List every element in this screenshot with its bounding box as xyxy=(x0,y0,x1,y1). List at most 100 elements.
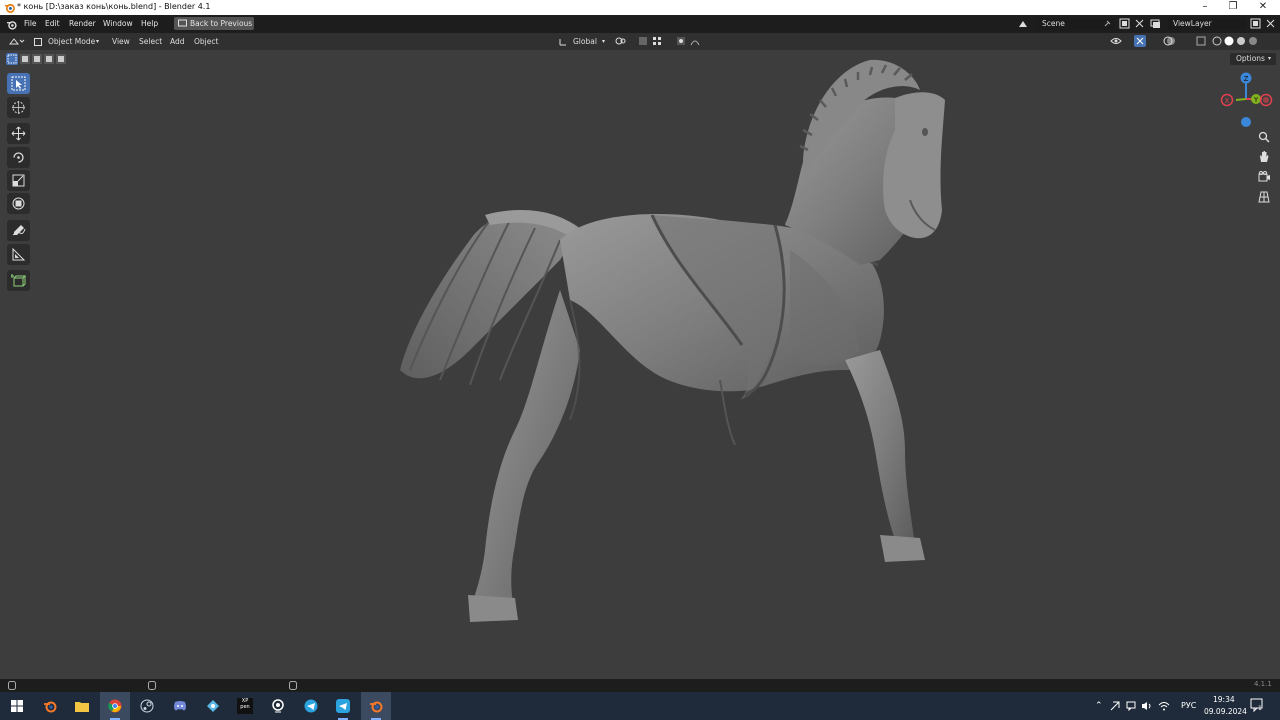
close-button[interactable]: ✕ xyxy=(1248,0,1278,15)
gizmo-y-label: Y xyxy=(1253,96,1259,104)
snap-toggle-icon[interactable] xyxy=(638,36,648,46)
taskbar-telegram[interactable] xyxy=(296,692,326,720)
menu-window[interactable]: Window xyxy=(103,15,133,33)
falloff-curve-icon[interactable] xyxy=(690,36,708,46)
taskbar-blender-old[interactable] xyxy=(35,692,65,720)
taskbar-blender-active[interactable] xyxy=(361,692,391,720)
window-title-bar[interactable]: * конь [D:\заказ конь\конь.blend] - Blen… xyxy=(0,0,1280,15)
snap-target-icon[interactable] xyxy=(652,36,668,46)
scene-icon[interactable] xyxy=(1018,18,1029,29)
menu-view[interactable]: View xyxy=(112,35,130,48)
rotate-tool[interactable] xyxy=(7,147,30,168)
tray-chat-icon[interactable] xyxy=(1126,701,1136,711)
tray-app-icon[interactable] xyxy=(1110,701,1120,711)
move-tool[interactable] xyxy=(7,123,30,144)
delete-scene-icon[interactable] xyxy=(1134,18,1145,29)
taskbar-webcam[interactable] xyxy=(263,692,293,720)
menu-help[interactable]: Help xyxy=(141,15,158,33)
scale-icon xyxy=(12,174,25,187)
network-icon[interactable] xyxy=(1158,701,1170,711)
gizmo-x-label: X xyxy=(1225,97,1230,105)
annotate-tool[interactable] xyxy=(7,220,30,241)
annotate-pen-icon xyxy=(12,225,26,236)
select-mode-icons[interactable] xyxy=(6,53,70,65)
menu-object[interactable]: Object xyxy=(194,35,218,48)
chevron-down-icon: ▾ xyxy=(1268,55,1272,62)
object-mode-icon xyxy=(34,38,42,46)
menu-render[interactable]: Render xyxy=(69,15,96,33)
transform-orientation-dropdown[interactable]: Global ▾ xyxy=(558,35,610,48)
scene-field[interactable]: Scene xyxy=(1037,18,1115,30)
screen-icon xyxy=(178,19,187,27)
shading-mode-icons[interactable] xyxy=(1212,36,1262,46)
3d-viewport[interactable]: Options ▾ Z Y X xyxy=(0,50,1280,679)
scale-tool[interactable] xyxy=(7,170,30,191)
visibility-eye-icon[interactable] xyxy=(1110,36,1130,46)
gizmo-toggle-icon[interactable] xyxy=(1134,35,1146,47)
taskbar-xppen[interactable]: XP pen xyxy=(230,692,260,720)
3d-cursor-icon xyxy=(12,101,25,114)
menu-file[interactable]: File xyxy=(24,15,37,33)
camera-icon xyxy=(1258,171,1270,182)
grid-perspective-icon xyxy=(1258,191,1270,203)
blender-logo-icon xyxy=(4,3,15,13)
back-to-previous-button[interactable]: Back to Previous xyxy=(174,17,254,30)
delete-viewlayer-icon[interactable] xyxy=(1265,18,1276,29)
options-dropdown[interactable]: Options ▾ xyxy=(1230,53,1276,65)
clock-date[interactable]: 09.09.2024 xyxy=(1204,707,1247,716)
ruler-icon xyxy=(12,247,26,261)
select-cursor-icon xyxy=(11,76,26,91)
blender-app-icon xyxy=(370,701,383,713)
render-layers-icon[interactable] xyxy=(1150,18,1161,29)
menu-add[interactable]: Add xyxy=(170,35,185,48)
scene-name: Scene xyxy=(1042,19,1065,28)
mode-label: Object Mode xyxy=(48,37,96,46)
taskbar-steam[interactable] xyxy=(132,692,162,720)
pivot-point-icon[interactable] xyxy=(615,36,633,46)
tray-expand-icon[interactable]: ⌃ xyxy=(1095,692,1103,720)
status-bar: 4.1.1 xyxy=(0,679,1280,692)
notification-center-button[interactable]: 1 xyxy=(1250,698,1266,714)
language-indicator[interactable]: РУС xyxy=(1181,692,1196,720)
transform-icon xyxy=(12,197,25,210)
start-button[interactable] xyxy=(2,692,32,720)
volume-icon[interactable] xyxy=(1141,701,1152,711)
overlays-icon[interactable] xyxy=(1163,36,1177,46)
viewlayer-field[interactable]: ViewLayer xyxy=(1168,18,1246,30)
minimize-button[interactable]: – xyxy=(1190,0,1220,15)
cursor-tool[interactable] xyxy=(7,97,30,118)
horse-sculpt-model[interactable] xyxy=(390,50,960,640)
mode-dropdown[interactable]: Object Mode ▾ xyxy=(31,35,103,48)
taskbar-chrome[interactable] xyxy=(100,692,130,720)
perspective-toggle-button[interactable] xyxy=(1255,188,1273,206)
navigation-gizmo[interactable]: Z Y X xyxy=(1218,72,1274,130)
pin-icon[interactable] xyxy=(1103,20,1111,28)
window-title: * конь [D:\заказ конь\конь.blend] - Blen… xyxy=(17,2,211,11)
version-label: 4.1.1 xyxy=(1254,680,1272,688)
clock-time[interactable]: 19:34 xyxy=(1213,695,1235,704)
taskbar-explorer[interactable] xyxy=(67,692,97,720)
telegram-alt-icon xyxy=(336,699,350,713)
select-box-tool[interactable] xyxy=(7,73,30,94)
new-scene-icon[interactable] xyxy=(1119,18,1130,29)
new-viewlayer-icon[interactable] xyxy=(1250,18,1261,29)
menu-select[interactable]: Select xyxy=(139,35,162,48)
camera-view-button[interactable] xyxy=(1255,168,1273,186)
zoom-button[interactable] xyxy=(1255,128,1273,146)
taskbar-app-diamond[interactable] xyxy=(198,692,228,720)
maximize-button[interactable]: ❐ xyxy=(1218,0,1248,15)
xray-toggle-icon[interactable] xyxy=(1196,36,1206,46)
taskbar-telegram-2[interactable] xyxy=(328,692,358,720)
transform-tool[interactable] xyxy=(7,193,30,214)
pan-button[interactable] xyxy=(1255,148,1273,166)
rotate-icon xyxy=(13,152,24,163)
editor-type-icon[interactable] xyxy=(9,36,25,47)
menu-edit[interactable]: Edit xyxy=(45,15,60,33)
taskbar-discord[interactable] xyxy=(165,692,195,720)
blender-menu-icon[interactable] xyxy=(6,19,17,30)
proportional-editing-icon[interactable] xyxy=(676,36,686,46)
magnifier-icon xyxy=(1258,131,1270,143)
gizmo-z-label: Z xyxy=(1244,75,1249,83)
measure-tool[interactable] xyxy=(7,244,30,265)
add-cube-tool[interactable] xyxy=(7,270,30,291)
